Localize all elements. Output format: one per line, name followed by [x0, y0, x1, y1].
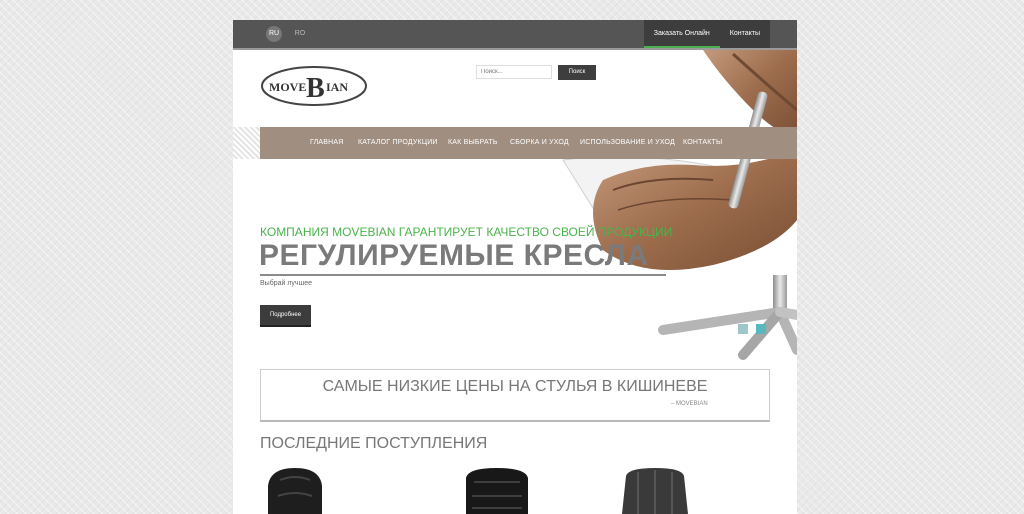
nav-stripes — [233, 127, 260, 159]
top-bar: RU RO Заказать Онлайн Контакты — [233, 20, 797, 50]
nav-item-home[interactable]: ГЛАВНАЯ — [310, 127, 344, 159]
hero-title: РЕГУЛИРУЕМЫЕ КРЕСЛА — [259, 239, 649, 272]
search-input[interactable] — [476, 65, 552, 79]
latest-heading: ПОСЛЕДНИЕ ПОСТУПЛЕНИЯ — [260, 435, 488, 452]
nav-item-contacts[interactable]: КОНТАКТЫ — [683, 127, 722, 159]
nav-item-how-to-choose[interactable]: КАК ВЫБРАТЬ — [448, 127, 498, 159]
slider-dot-2[interactable] — [756, 324, 766, 334]
product-chair-3[interactable] — [618, 468, 693, 514]
more-button[interactable]: Подробнее — [260, 305, 311, 327]
slider-dot-1[interactable] — [738, 324, 748, 334]
quote-text: САМЫЕ НИЗКИЕ ЦЕНЫ НА СТУЛЬЯ В КИШИНЕВЕ — [322, 378, 708, 395]
nav-item-assembly[interactable]: СБОРКА И УХОД — [510, 127, 569, 159]
top-links: Заказать Онлайн Контакты — [643, 20, 770, 48]
hero-slider: КОМПАНИЯ MOVEBIAN ГАРАНТИРУЕТ КАЧЕСТВО С… — [233, 159, 797, 349]
nav-item-catalog[interactable]: КАТАЛОГ ПРОДУКЦИИ — [358, 127, 438, 159]
page: RU RO Заказать Онлайн Контакты MOVE B IA… — [233, 20, 797, 514]
hero-divider — [260, 274, 666, 276]
main-nav: ГЛАВНАЯ КАТАЛОГ ПРОДУКЦИИ КАК ВЫБРАТЬ СБ… — [260, 127, 797, 159]
contacts-top-link[interactable]: Контакты — [720, 20, 770, 48]
order-online-link[interactable]: Заказать Онлайн — [643, 20, 720, 48]
quote-author: – MOVEBIAN — [671, 401, 708, 407]
lang-ru[interactable]: RU — [266, 26, 282, 42]
logo[interactable]: MOVE B IAN — [260, 64, 368, 108]
quote-box: САМЫЕ НИЗКИЕ ЦЕНЫ НА СТУЛЬЯ В КИШИНЕВЕ –… — [260, 369, 770, 422]
nav-item-usage[interactable]: ИСПОЛЬЗОВАНИЕ И УХОД — [580, 127, 675, 159]
product-chair-2[interactable] — [460, 468, 535, 514]
hero-subtitle: Выбрай лучшее — [260, 280, 312, 287]
lang-ro[interactable]: RO — [292, 26, 308, 42]
logo-text-b: B — [306, 73, 325, 104]
logo-text-ian: IAN — [326, 80, 348, 94]
product-chair-1[interactable] — [260, 468, 330, 514]
search-button[interactable]: Поиск — [558, 65, 596, 80]
hero-tagline: КОМПАНИЯ MOVEBIAN ГАРАНТИРУЕТ КАЧЕСТВО С… — [260, 225, 673, 239]
logo-text-move: MOVE — [269, 80, 306, 94]
